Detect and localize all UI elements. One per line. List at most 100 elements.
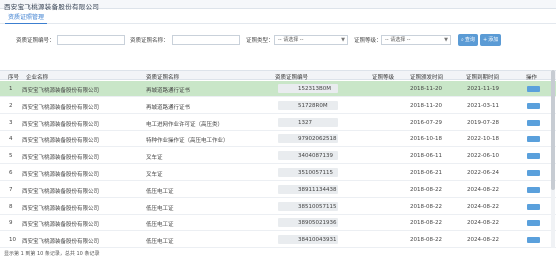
table-row[interactable]: 4 西安宝飞桃源装备股份有限公司 特种作业操作证（高压电工作业） 9790206251… [0,131,556,148]
cell-cert-code: 38905021936 [298,220,337,227]
cell-expires: 2021-11-19 [467,86,499,92]
cell-issued: 2018-06-21 [410,170,442,176]
cert-type-select[interactable]: -- 请选择 -- ▼ [274,35,348,45]
cell-no: 10 [9,237,16,244]
table-row[interactable]: 3 西安宝飞桃源装备股份有限公司 电工进网作业许可证（高压类） 1327 2016-07… [0,115,556,131]
cert-type-label: 证照类型： [246,38,274,44]
cert-no-input[interactable] [57,35,125,45]
edit-button[interactable] [527,203,540,210]
pagination-info: 显示第 1 到第 10 条记录，总共 10 条记录 [4,251,100,257]
chevron-down-icon: ▼ [341,37,345,43]
cell-no: 3 [9,119,13,126]
cert-no-label: 资质证照编号： [16,38,55,44]
header-cert-level: 证照等级 [372,75,395,81]
cell-no: 5 [9,153,13,160]
cell-expires: 2022-10-18 [467,136,499,143]
cert-name-label: 资质证照名称： [130,38,169,44]
cell-cert-code: 152313B0M [298,86,332,92]
cell-cert-name: 电工进网作业许可证（高压类） [146,121,224,128]
cell-issued: 2018-11-20 [410,102,442,109]
cert-level-label: 证照等级： [354,38,382,44]
table-row[interactable]: 7 西安宝飞桃源装备股份有限公司 低压电工证 38911134438 2018-08-2… [0,182,556,198]
table-header: 序号 企业名称 资质证照名称 资质证照编号 证照等级 证照颁发时间 证照到期时间… [0,70,556,81]
tab-bar: 资质证照管理 [0,10,556,24]
edit-button[interactable] [527,186,540,193]
cell-no: 7 [9,186,13,193]
cell-cert-code: 3404087139 [298,153,333,160]
cell-cert-code: 38510057115 [298,203,337,210]
cell-company: 西安宝飞桃源装备股份有限公司 [22,172,100,178]
table-row[interactable]: 5 西安宝飞桃源装备股份有限公司 叉车证 3404087139 2018-06-11 20… [0,148,556,165]
header-actions: 操作 [526,75,538,81]
cell-cert-name: 再城道路通行证书 [146,104,191,111]
cell-expires: 2024-08-22 [467,186,499,193]
cell-cert-name: 低压电工证 [146,222,174,229]
cell-company: 西安宝飞桃源装备股份有限公司 [22,205,100,212]
scrollbar-thumb[interactable] [551,70,555,190]
cell-no: 4 [9,136,13,143]
cert-name-input[interactable] [172,35,240,45]
header-issued: 证照颁发时间 [410,75,444,81]
add-button-label: 添加 [488,37,499,43]
cell-cert-code: 3510057115 [298,170,333,176]
edit-button[interactable] [527,136,540,143]
query-button-label: 查询 [464,37,475,43]
cell-company: 西安宝飞桃源装备股份有限公司 [22,121,100,128]
edit-button[interactable] [527,86,540,92]
cert-level-value: -- 请选择 -- [385,37,411,43]
cell-issued: 2018-06-11 [410,153,442,160]
edit-button[interactable] [527,153,540,160]
cell-cert-code: 51728R0M [298,102,328,109]
cell-cert-name: 低压电工证 [146,188,174,195]
header-company: 企业名称 [26,75,49,81]
cell-cert-code: 38911134438 [298,186,337,193]
edit-button[interactable] [527,102,540,109]
header-cert-name: 资质证照名称 [146,75,180,81]
query-button[interactable]: ⌕查询 [458,34,478,46]
cell-cert-code: 97902062518 [298,136,337,143]
cell-company: 西安宝飞桃源装备股份有限公司 [22,222,100,229]
cell-no: 1 [9,86,13,92]
tab-cert-management[interactable]: 资质证照管理 [5,13,48,24]
cell-issued: 2018-08-22 [410,203,442,210]
cell-company: 西安宝飞桃源装备股份有限公司 [22,104,100,111]
table-row[interactable]: 6 西安宝飞桃源装备股份有限公司 叉车证 3510057115 2018-06-21 20… [0,165,556,181]
cell-company: 西安宝飞桃源装备股份有限公司 [22,155,100,162]
cell-issued: 2016-10-18 [410,136,442,143]
table-row[interactable]: 1 西安宝飞桃源装备股份有限公司 再城道路通行证书 152313B0M 2018-11-… [0,81,556,97]
cell-expires: 2021-03-11 [467,102,499,109]
header-no: 序号 [8,75,20,81]
filter-bar: 资质证照编号： 资质证照名称： 证照类型： -- 请选择 -- ▼ 证照等级： … [0,34,556,48]
cell-company: 西安宝飞桃源装备股份有限公司 [22,88,100,94]
edit-button[interactable] [527,119,540,126]
search-icon: ⌕ [461,37,464,43]
cell-cert-name: 低压电工证 [146,205,174,212]
cell-no: 8 [9,203,13,210]
header-expires: 证照到期时间 [466,75,500,81]
cell-issued: 2016-07-29 [410,119,442,126]
cell-expires: 2022-06-10 [467,153,499,160]
cell-expires: 2022-06-24 [467,170,499,176]
plus-icon: + [483,37,488,43]
cell-expires: 2019-07-28 [467,119,499,126]
scrollbar[interactable] [551,70,555,248]
table-row[interactable]: 8 西安宝飞桃源装备股份有限公司 低压电工证 38510057115 2018-08-2… [0,199,556,215]
cell-company: 西安宝飞桃源装备股份有限公司 [22,138,100,145]
cell-expires: 2024-08-22 [467,203,499,210]
edit-button[interactable] [527,170,540,176]
cert-type-value: -- 请选择 -- [278,37,304,43]
table-row[interactable]: 2 西安宝飞桃源装备股份有限公司 再城道路通行证书 51728R0M 2018-11-2… [0,98,556,114]
cell-no: 9 [9,220,13,227]
table-row[interactable]: 10 西安宝飞桃源装备股份有限公司 低压电工证 38410043931 2018-08-… [0,232,556,249]
cell-cert-code: 1327 [298,119,312,126]
cert-level-select[interactable]: -- 请选择 -- ▼ [381,35,451,45]
edit-button[interactable] [527,237,540,244]
add-button[interactable]: +添加 [480,34,502,46]
cell-expires: 2024-08-22 [467,237,499,244]
cell-company: 西安宝飞桃源装备股份有限公司 [22,239,100,246]
edit-button[interactable] [527,220,540,227]
title-bar: 西安宝飞桃源装备股份有限公司 [0,0,556,11]
chevron-down-icon: ▼ [444,37,448,43]
cell-cert-code: 38410043931 [298,237,337,244]
table-row[interactable]: 9 西安宝飞桃源装备股份有限公司 低压电工证 38905021936 2018-08-2… [0,215,556,232]
